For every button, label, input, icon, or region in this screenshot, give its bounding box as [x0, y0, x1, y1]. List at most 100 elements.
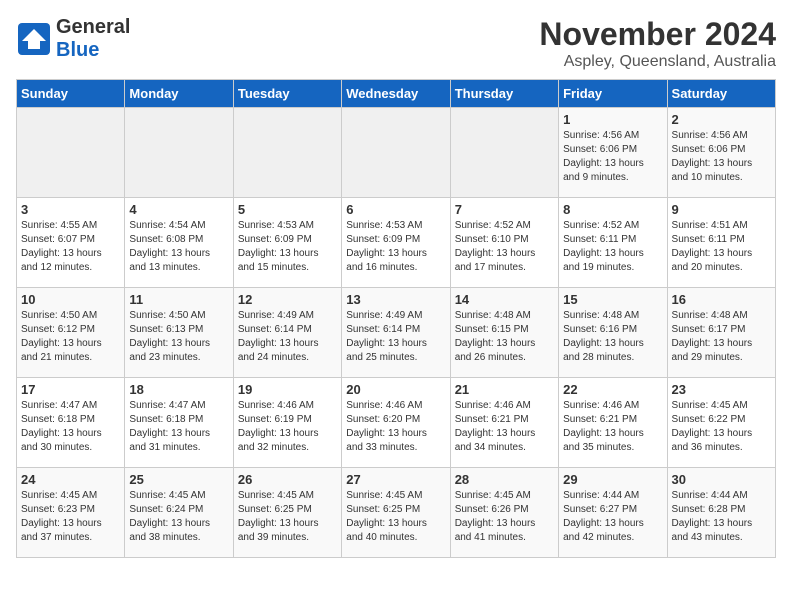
day-number: 12 — [238, 292, 337, 307]
day-info: Sunrise: 4:47 AM Sunset: 6:18 PM Dayligh… — [21, 399, 120, 455]
day-number: 11 — [129, 292, 228, 307]
day-number: 1 — [563, 112, 662, 127]
day-number: 7 — [455, 202, 554, 217]
calendar-table: SundayMondayTuesdayWednesdayThursdayFrid… — [16, 79, 776, 558]
day-info: Sunrise: 4:53 AM Sunset: 6:09 PM Dayligh… — [346, 219, 445, 275]
day-header-saturday: Saturday — [667, 80, 775, 108]
calendar-cell: 5 Sunrise: 4:53 AM Sunset: 6:09 PM Daylig… — [233, 198, 341, 288]
day-header-tuesday: Tuesday — [233, 80, 341, 108]
calendar-cell — [17, 108, 125, 198]
calendar-cell: 17 Sunrise: 4:47 AM Sunset: 6:18 PM Dayli… — [17, 378, 125, 468]
day-info: Sunrise: 4:49 AM Sunset: 6:14 PM Dayligh… — [238, 309, 337, 365]
day-number: 8 — [563, 202, 662, 217]
day-info: Sunrise: 4:46 AM Sunset: 6:21 PM Dayligh… — [455, 399, 554, 455]
calendar-cell: 18 Sunrise: 4:47 AM Sunset: 6:18 PM Dayli… — [125, 378, 233, 468]
day-number: 16 — [672, 292, 771, 307]
calendar-cell: 22 Sunrise: 4:46 AM Sunset: 6:21 PM Dayli… — [559, 378, 667, 468]
day-info: Sunrise: 4:52 AM Sunset: 6:11 PM Dayligh… — [563, 219, 662, 275]
day-info: Sunrise: 4:48 AM Sunset: 6:16 PM Dayligh… — [563, 309, 662, 365]
day-number: 17 — [21, 382, 120, 397]
calendar-cell: 28 Sunrise: 4:45 AM Sunset: 6:26 PM Dayli… — [450, 468, 558, 558]
calendar-cell — [125, 108, 233, 198]
day-number: 24 — [21, 472, 120, 487]
calendar-cell: 8 Sunrise: 4:52 AM Sunset: 6:11 PM Daylig… — [559, 198, 667, 288]
calendar-cell: 16 Sunrise: 4:48 AM Sunset: 6:17 PM Dayli… — [667, 288, 775, 378]
calendar-cell: 29 Sunrise: 4:44 AM Sunset: 6:27 PM Dayli… — [559, 468, 667, 558]
calendar-cell: 4Sunrise: 4:54 AM Sunset: 6:08 PM Daylig… — [125, 198, 233, 288]
day-number: 26 — [238, 472, 337, 487]
day-number: 9 — [672, 202, 771, 217]
day-number: 22 — [563, 382, 662, 397]
day-info: Sunrise: 4:49 AM Sunset: 6:14 PM Dayligh… — [346, 309, 445, 365]
day-header-thursday: Thursday — [450, 80, 558, 108]
calendar-cell: 11 Sunrise: 4:50 AM Sunset: 6:13 PM Dayli… — [125, 288, 233, 378]
calendar-week-3: 10Sunrise: 4:50 AM Sunset: 6:12 PM Dayli… — [17, 288, 776, 378]
calendar-cell: 6 Sunrise: 4:53 AM Sunset: 6:09 PM Daylig… — [342, 198, 450, 288]
calendar-cell — [233, 108, 341, 198]
calendar-cell: 24 Sunrise: 4:45 AM Sunset: 6:23 PM Dayli… — [17, 468, 125, 558]
day-info: Sunrise: 4:48 AM Sunset: 6:17 PM Dayligh… — [672, 309, 771, 365]
day-number: 3 — [21, 202, 120, 217]
day-info: Sunrise: 4:46 AM Sunset: 6:20 PM Dayligh… — [346, 399, 445, 455]
day-number: 15 — [563, 292, 662, 307]
calendar-cell: 20Sunrise: 4:46 AM Sunset: 6:20 PM Dayli… — [342, 378, 450, 468]
calendar-cell: 19Sunrise: 4:46 AM Sunset: 6:19 PM Dayli… — [233, 378, 341, 468]
day-info: Sunrise: 4:51 AM Sunset: 6:11 PM Dayligh… — [672, 219, 771, 275]
calendar-cell — [342, 108, 450, 198]
calendar-cell: 21 Sunrise: 4:46 AM Sunset: 6:21 PM Dayli… — [450, 378, 558, 468]
calendar-week-4: 17 Sunrise: 4:47 AM Sunset: 6:18 PM Dayli… — [17, 378, 776, 468]
day-info: Sunrise: 4:46 AM Sunset: 6:19 PM Dayligh… — [238, 399, 337, 455]
calendar-cell: 25 Sunrise: 4:45 AM Sunset: 6:24 PM Dayli… — [125, 468, 233, 558]
day-info: Sunrise: 4:56 AM Sunset: 6:06 PM Dayligh… — [672, 129, 771, 185]
day-header-monday: Monday — [125, 80, 233, 108]
calendar-cell: 26Sunrise: 4:45 AM Sunset: 6:25 PM Dayli… — [233, 468, 341, 558]
day-number: 29 — [563, 472, 662, 487]
calendar-cell: 13Sunrise: 4:49 AM Sunset: 6:14 PM Dayli… — [342, 288, 450, 378]
location-title: Aspley, Queensland, Australia — [539, 53, 776, 71]
day-number: 5 — [238, 202, 337, 217]
calendar-cell: 1Sunrise: 4:56 AM Sunset: 6:06 PM Daylig… — [559, 108, 667, 198]
month-title: November 2024 — [539, 16, 776, 53]
calendar-cell: 12 Sunrise: 4:49 AM Sunset: 6:14 PM Dayli… — [233, 288, 341, 378]
day-number: 10 — [21, 292, 120, 307]
title-area: November 2024 Aspley, Queensland, Austra… — [539, 16, 776, 71]
day-info: Sunrise: 4:50 AM Sunset: 6:13 PM Dayligh… — [129, 309, 228, 365]
day-number: 4 — [129, 202, 228, 217]
calendar-cell: 23Sunrise: 4:45 AM Sunset: 6:22 PM Dayli… — [667, 378, 775, 468]
day-number: 6 — [346, 202, 445, 217]
calendar-cell: 30Sunrise: 4:44 AM Sunset: 6:28 PM Dayli… — [667, 468, 775, 558]
calendar-cell: 3 Sunrise: 4:55 AM Sunset: 6:07 PM Daylig… — [17, 198, 125, 288]
day-info: Sunrise: 4:45 AM Sunset: 6:23 PM Dayligh… — [21, 489, 120, 545]
day-info: Sunrise: 4:45 AM Sunset: 6:25 PM Dayligh… — [346, 489, 445, 545]
calendar-cell: 7 Sunrise: 4:52 AM Sunset: 6:10 PM Daylig… — [450, 198, 558, 288]
day-header-wednesday: Wednesday — [342, 80, 450, 108]
day-number: 25 — [129, 472, 228, 487]
calendar-cell: 9 Sunrise: 4:51 AM Sunset: 6:11 PM Daylig… — [667, 198, 775, 288]
logo-icon — [16, 21, 52, 57]
calendar-cell — [450, 108, 558, 198]
calendar-week-5: 24 Sunrise: 4:45 AM Sunset: 6:23 PM Dayli… — [17, 468, 776, 558]
logo-blue: Blue — [56, 39, 99, 61]
day-info: Sunrise: 4:45 AM Sunset: 6:24 PM Dayligh… — [129, 489, 228, 545]
day-info: Sunrise: 4:44 AM Sunset: 6:27 PM Dayligh… — [563, 489, 662, 545]
page-header: General Blue November 2024 Aspley, Queen… — [16, 16, 776, 71]
day-number: 28 — [455, 472, 554, 487]
calendar-cell: 14Sunrise: 4:48 AM Sunset: 6:15 PM Dayli… — [450, 288, 558, 378]
day-info: Sunrise: 4:46 AM Sunset: 6:21 PM Dayligh… — [563, 399, 662, 455]
calendar-cell: 10Sunrise: 4:50 AM Sunset: 6:12 PM Dayli… — [17, 288, 125, 378]
day-number: 27 — [346, 472, 445, 487]
day-header-friday: Friday — [559, 80, 667, 108]
calendar-cell: 15 Sunrise: 4:48 AM Sunset: 6:16 PM Dayli… — [559, 288, 667, 378]
day-number: 14 — [455, 292, 554, 307]
day-number: 21 — [455, 382, 554, 397]
calendar-cell: 27 Sunrise: 4:45 AM Sunset: 6:25 PM Dayli… — [342, 468, 450, 558]
calendar-week-1: 1 Sunrise: 4:56 AM Sunset: 6:06 PM Daylig… — [17, 108, 776, 198]
day-info: Sunrise: 4:47 AM Sunset: 6:18 PM Dayligh… — [129, 399, 228, 455]
day-info: Sunrise: 4:52 AM Sunset: 6:10 PM Dayligh… — [455, 219, 554, 275]
day-info: Sunrise: 4:44 AM Sunset: 6:28 PM Dayligh… — [672, 489, 771, 545]
day-info: Sunrise: 4:53 AM Sunset: 6:09 PM Dayligh… — [238, 219, 337, 275]
day-info: Sunrise: 4:55 AM Sunset: 6:07 PM Dayligh… — [21, 219, 120, 275]
day-number: 18 — [129, 382, 228, 397]
calendar-header-row: SundayMondayTuesdayWednesdayThursdayFrid… — [17, 80, 776, 108]
day-info: Sunrise: 4:45 AM Sunset: 6:26 PM Dayligh… — [455, 489, 554, 545]
